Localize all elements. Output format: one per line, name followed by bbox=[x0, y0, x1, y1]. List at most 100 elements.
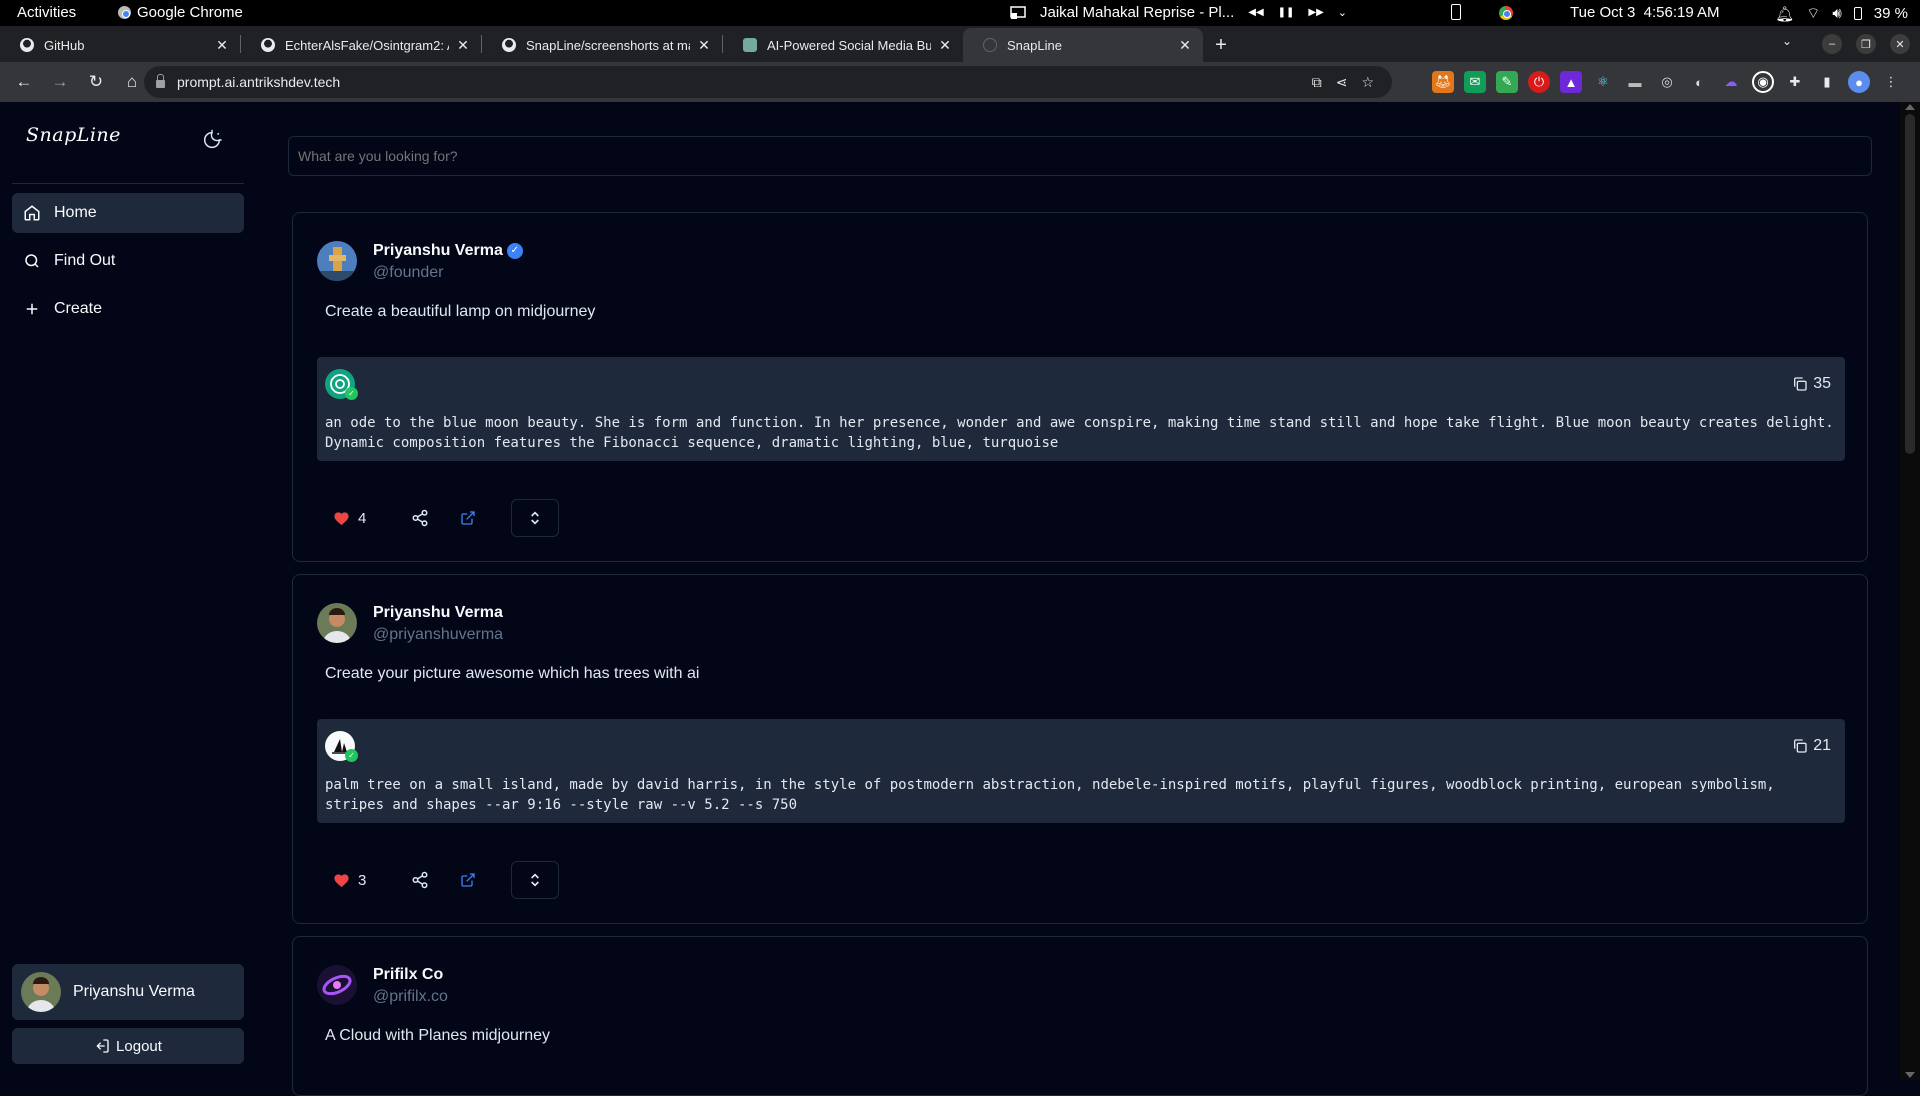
close-icon[interactable]: ✕ bbox=[1177, 37, 1193, 54]
sidebar-divider bbox=[12, 183, 244, 184]
media-controls: Jaikal Mahakal Reprise - Pl... ◀◀ ❚❚ ▶▶ … bbox=[1010, 4, 1347, 21]
copy-button[interactable]: 21 bbox=[1792, 737, 1831, 755]
close-icon[interactable]: ✕ bbox=[937, 37, 953, 54]
post-author[interactable]: Priyanshu Verma @priyanshuverma bbox=[317, 603, 503, 644]
mail-extension-icon[interactable]: ✉ bbox=[1464, 71, 1486, 93]
close-icon[interactable]: ✕ bbox=[455, 37, 471, 54]
scroll-down-icon[interactable] bbox=[1905, 1072, 1915, 1078]
page-icon bbox=[983, 38, 997, 52]
avatar bbox=[317, 241, 357, 281]
app-menu[interactable]: Google Chrome bbox=[118, 4, 243, 21]
prompt-text: an ode to the blue moon beauty. She is f… bbox=[325, 415, 1834, 451]
tab-github[interactable]: GitHub ✕ bbox=[0, 28, 240, 62]
like-count: 3 bbox=[358, 871, 367, 889]
page-scrollbar[interactable] bbox=[1900, 102, 1920, 1080]
tab-title: AI-Powered Social Media Build bbox=[767, 37, 931, 53]
openai-icon bbox=[743, 38, 757, 52]
expand-button[interactable] bbox=[511, 499, 559, 537]
prompt-text: palm tree on a small island, made by dav… bbox=[325, 777, 1775, 813]
menu-dots-icon[interactable]: ⋮ bbox=[1880, 71, 1902, 93]
scroll-up-icon[interactable] bbox=[1905, 104, 1915, 110]
tab-ai-social[interactable]: AI-Powered Social Media Build ✕ bbox=[723, 28, 963, 62]
heart-icon bbox=[334, 512, 349, 526]
cast-icon[interactable] bbox=[1010, 5, 1026, 20]
lock-icon[interactable] bbox=[156, 74, 165, 88]
chrome-indicator-icon[interactable] bbox=[1499, 6, 1513, 20]
copy-count: 21 bbox=[1813, 737, 1831, 754]
post-author[interactable]: Priyanshu Verma ✓ @founder bbox=[317, 241, 523, 282]
puzzle-extensions-icon[interactable]: ✚ bbox=[1784, 71, 1806, 93]
close-icon[interactable]: ✕ bbox=[696, 37, 712, 54]
browser-toolbar: ← → ↻ ⌂ prompt.ai.antrikshdev.tech ⧉ ⋖ ☆… bbox=[0, 62, 1920, 102]
system-tray[interactable]: 🔔︎ ⌔ 🔊︎ 39 % bbox=[1775, 4, 1908, 23]
like-button[interactable]: 3 bbox=[333, 872, 407, 889]
tab-snapline-repo[interactable]: SnapLine/screenshorts at main ✕ bbox=[482, 28, 722, 62]
close-window-icon[interactable]: ✕ bbox=[1890, 34, 1910, 54]
address-bar[interactable]: prompt.ai.antrikshdev.tech ⧉ ⋖ ☆ bbox=[144, 66, 1392, 98]
theme-toggle-icon[interactable] bbox=[201, 129, 223, 151]
open-in-app-icon[interactable]: ⧉ bbox=[1312, 74, 1322, 91]
scrollbar-thumb[interactable] bbox=[1905, 114, 1915, 454]
minimize-icon[interactable]: – bbox=[1822, 34, 1842, 54]
pause-icon[interactable]: ❚❚ bbox=[1278, 7, 1295, 18]
github-icon bbox=[261, 38, 275, 52]
back-icon[interactable]: ← bbox=[8, 66, 40, 98]
search-input[interactable] bbox=[288, 136, 1872, 176]
tab-osintgram[interactable]: EchterAlsFake/Osintgram2: A to ✕ bbox=[241, 28, 481, 62]
home-icon bbox=[22, 204, 42, 222]
share-icon[interactable] bbox=[407, 505, 433, 531]
logo[interactable]: SnapLine bbox=[26, 124, 121, 146]
external-link-icon[interactable] bbox=[455, 505, 481, 531]
metamask-extension-icon[interactable]: 🦊︎ bbox=[1432, 71, 1454, 93]
cloud-extension-icon[interactable]: ☁ bbox=[1720, 71, 1742, 93]
power-extension-icon[interactable]: ⏻ bbox=[1528, 71, 1550, 93]
tab-snapline[interactable]: SnapLine ✕ bbox=[963, 28, 1203, 62]
copy-button[interactable]: 35 bbox=[1792, 375, 1831, 393]
post-title: Create a beautiful lamp on midjourney bbox=[325, 303, 596, 320]
external-link-icon[interactable] bbox=[455, 867, 481, 893]
logout-button[interactable]: Logout bbox=[12, 1028, 244, 1064]
new-tab-button[interactable]: + bbox=[1203, 28, 1239, 62]
midjourney-icon: ✓ bbox=[325, 731, 358, 762]
colorful-extension-icon[interactable]: ✎ bbox=[1496, 71, 1518, 93]
share-icon[interactable] bbox=[407, 867, 433, 893]
share-icon[interactable]: ⋖ bbox=[1336, 74, 1348, 91]
close-icon[interactable]: ✕ bbox=[214, 37, 230, 54]
badge-extension-icon[interactable]: ▲ bbox=[1560, 71, 1582, 93]
post-author[interactable]: Prifilx Co @prifilx.co bbox=[317, 965, 448, 1006]
media-title[interactable]: Jaikal Mahakal Reprise - Pl... bbox=[1040, 4, 1234, 21]
copy-count: 35 bbox=[1813, 375, 1831, 392]
tab-search-icon[interactable]: ⌄ bbox=[1782, 34, 1792, 48]
sidebar-item-find-out[interactable]: Find Out bbox=[12, 241, 244, 281]
date: Tue Oct 3 bbox=[1570, 4, 1636, 21]
next-track-icon[interactable]: ▶▶ bbox=[1308, 7, 1323, 18]
chevron-down-icon[interactable]: ⌄ bbox=[1338, 6, 1347, 19]
restore-icon[interactable]: ❐ bbox=[1856, 34, 1876, 54]
like-button[interactable]: 4 bbox=[333, 510, 407, 527]
app-name: Google Chrome bbox=[137, 4, 243, 21]
prompt-box: ✓ 21 palm tree on a small island, made b… bbox=[317, 719, 1845, 823]
sidebar-item-home[interactable]: Home bbox=[12, 193, 244, 233]
circle-extension-icon[interactable]: ◉ bbox=[1752, 71, 1774, 93]
activities-button[interactable]: Activities bbox=[17, 4, 76, 21]
tab-extension-icon[interactable]: ▬ bbox=[1624, 71, 1646, 93]
bookmark-star-icon[interactable]: ☆ bbox=[1361, 74, 1374, 91]
profile-avatar-icon[interactable]: ● bbox=[1848, 71, 1870, 93]
expand-button[interactable] bbox=[511, 861, 559, 899]
side-panel-icon[interactable]: ▮ bbox=[1816, 71, 1838, 93]
url-text: prompt.ai.antrikshdev.tech bbox=[177, 74, 341, 90]
globe-extension-icon[interactable]: ◎ bbox=[1656, 71, 1678, 93]
forward-icon[interactable]: → bbox=[44, 66, 76, 98]
reload-icon[interactable]: ↻ bbox=[80, 66, 112, 98]
phone-icon[interactable] bbox=[1451, 4, 1461, 20]
post-actions: 4 bbox=[333, 499, 559, 537]
clock[interactable]: Tue Oct 3 4:56:19 AM bbox=[1570, 4, 1720, 21]
react-devtools-icon[interactable]: ⚛ bbox=[1592, 71, 1614, 93]
author-handle: @priyanshuverma bbox=[373, 626, 504, 643]
user-profile-card[interactable]: Priyanshu Verma bbox=[12, 964, 244, 1020]
sidebar-item-create[interactable]: Create bbox=[12, 289, 244, 329]
previous-track-icon[interactable]: ◀◀ bbox=[1248, 7, 1263, 18]
tab-title: GitHub bbox=[44, 37, 85, 53]
author-name: Priyanshu Verma bbox=[373, 603, 503, 623]
pen-extension-icon[interactable]: ◐ bbox=[1688, 71, 1710, 93]
